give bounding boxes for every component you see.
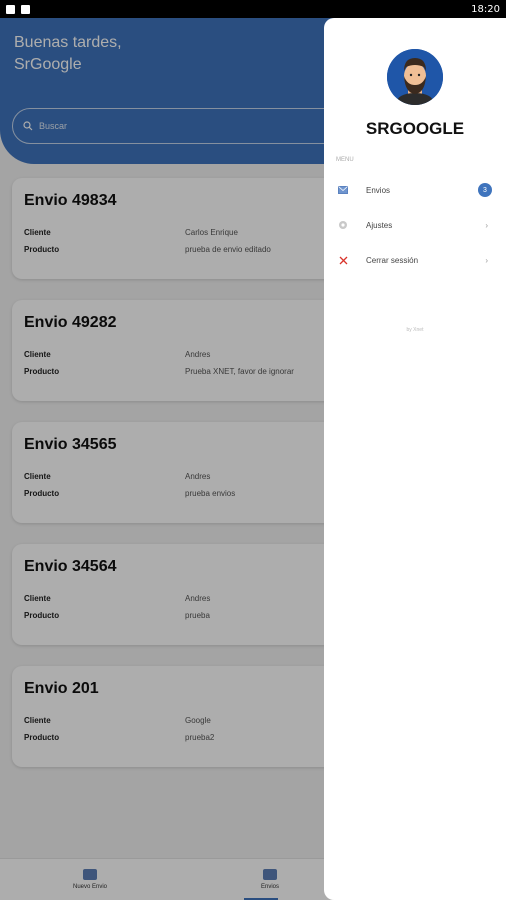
notification-icon bbox=[21, 4, 30, 14]
notification-icon bbox=[6, 4, 15, 14]
gear-icon bbox=[338, 220, 348, 230]
drawer-item-shipments[interactable]: Envios 3 bbox=[324, 176, 506, 204]
close-icon bbox=[338, 255, 348, 265]
chevron-right-icon: › bbox=[485, 255, 488, 265]
drawer-footer: by Xnet bbox=[406, 327, 424, 333]
chevron-right-icon: › bbox=[485, 220, 488, 230]
avatar-icon bbox=[387, 49, 443, 105]
status-time: 18:20 bbox=[471, 3, 500, 15]
status-bar: 18:20 bbox=[0, 0, 506, 18]
drawer-item-settings[interactable]: Ajustes › bbox=[324, 211, 506, 239]
drawer-item-label: Ajustes bbox=[366, 220, 393, 230]
mail-icon bbox=[338, 185, 348, 195]
navigation-drawer: SRGOOGLE MENU Envios 3 Ajustes › Cerrar … bbox=[324, 18, 506, 900]
drawer-username: SRGOOGLE bbox=[365, 119, 465, 138]
drawer-item-label: Cerrar sessión bbox=[366, 255, 419, 265]
menu-label: MENU bbox=[336, 157, 354, 163]
drawer-item-logout[interactable]: Cerrar sessión › bbox=[324, 246, 506, 274]
drawer-item-label: Envios bbox=[366, 185, 391, 195]
notification-badge: 3 bbox=[478, 183, 492, 197]
avatar bbox=[387, 49, 443, 105]
